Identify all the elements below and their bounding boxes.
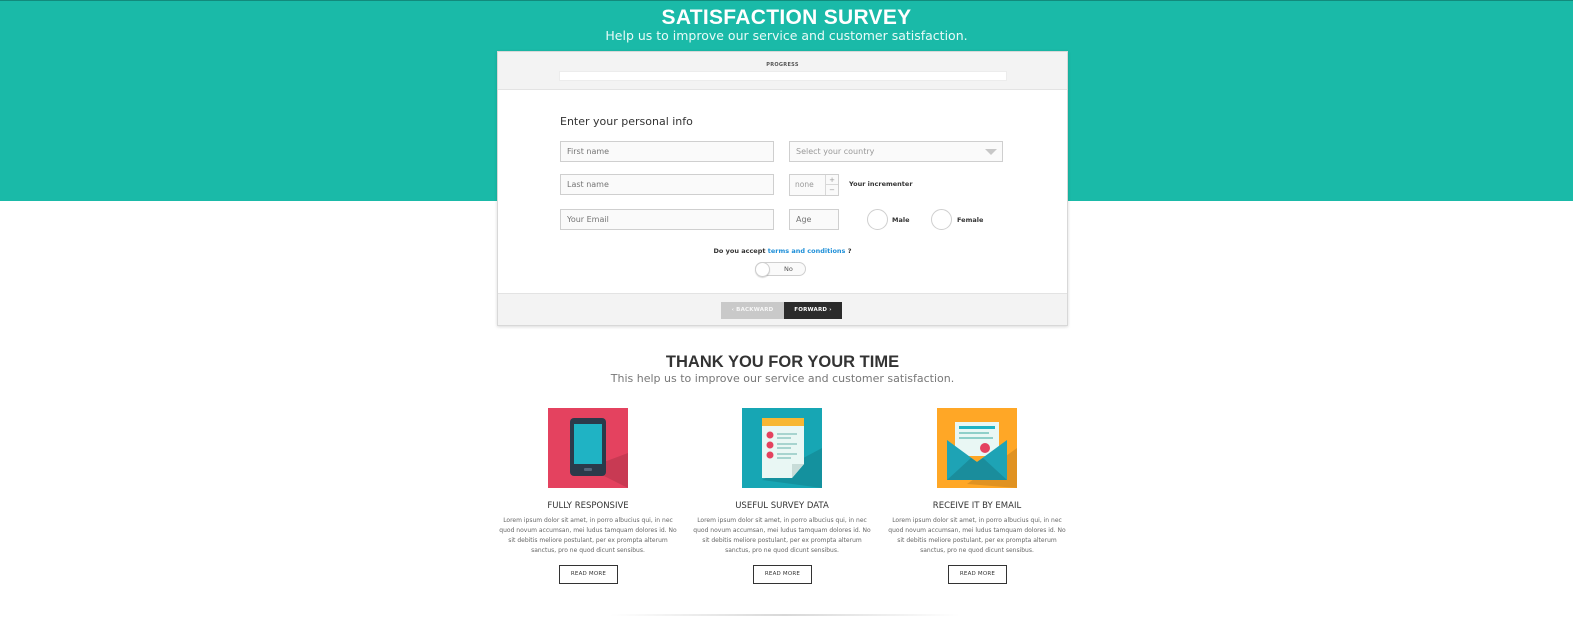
feature-text: Lorem ipsum dolor sit amet, in porro alb… xyxy=(888,517,1066,554)
toggle-label: No xyxy=(784,265,793,273)
toggle-knob xyxy=(755,262,770,277)
survey-document-icon xyxy=(742,408,822,488)
survey-card: PROGRESS Enter your personal info Select… xyxy=(497,51,1068,326)
feature-text: Lorem ipsum dolor sit amet, in porro alb… xyxy=(499,517,677,554)
divider xyxy=(610,614,960,616)
chevron-down-icon xyxy=(985,149,997,155)
decrement-button[interactable]: − xyxy=(826,185,838,195)
navigation-bar: ‹ BACKWARD FORWARD › xyxy=(498,293,1067,325)
email-input[interactable] xyxy=(560,209,774,230)
last-name-input[interactable] xyxy=(560,174,774,195)
page-subtitle: Help us to improve our service and custo… xyxy=(605,28,968,43)
read-more-button[interactable]: READ MORE xyxy=(753,565,812,584)
incrementer-stepper[interactable]: none + − xyxy=(789,174,839,196)
country-select[interactable]: Select your country xyxy=(789,141,1003,162)
terms-question: Do you accept terms and conditions ? xyxy=(498,247,1067,255)
incrementer-label: Your incrementer xyxy=(849,180,913,188)
first-name-input[interactable] xyxy=(560,141,774,162)
read-more-button[interactable]: READ MORE xyxy=(559,565,618,584)
female-radio[interactable] xyxy=(931,209,952,230)
feature-title: USEFUL SURVEY DATA xyxy=(735,501,829,511)
increment-button[interactable]: + xyxy=(826,175,838,185)
terms-prefix: Do you accept xyxy=(713,247,768,255)
incrementer-value: none xyxy=(795,180,814,189)
age-input[interactable] xyxy=(789,209,839,230)
male-label: Male xyxy=(892,216,910,224)
progress-bar xyxy=(559,71,1007,81)
male-radio[interactable] xyxy=(867,209,888,230)
feature-text: Lorem ipsum dolor sit amet, in porro alb… xyxy=(693,517,871,554)
feature-title: RECEIVE IT BY EMAIL xyxy=(932,501,1022,511)
tablet-icon xyxy=(548,408,628,488)
terms-suffix: ? xyxy=(845,247,852,255)
feature-title: FULLY RESPONSIVE xyxy=(547,501,629,511)
email-envelope-icon xyxy=(937,408,1017,488)
progress-label: PROGRESS xyxy=(766,62,799,68)
progress-area: PROGRESS xyxy=(498,52,1067,90)
stepper-buttons: + − xyxy=(825,175,838,195)
read-more-button[interactable]: READ MORE xyxy=(948,565,1007,584)
section-title: Enter your personal info xyxy=(560,115,693,128)
terms-toggle[interactable]: No xyxy=(755,262,806,277)
terms-link[interactable]: terms and conditions xyxy=(768,247,846,255)
page-title: SATISFACTION SURVEY xyxy=(661,6,912,29)
country-select-value: Select your country xyxy=(796,147,875,156)
female-label: Female xyxy=(957,216,984,224)
backward-button[interactable]: ‹ BACKWARD xyxy=(721,302,784,319)
thanks-subtitle: This help us to improve our service and … xyxy=(610,372,955,385)
forward-button[interactable]: FORWARD › xyxy=(784,302,842,319)
thanks-title: THANK YOU FOR YOUR TIME xyxy=(665,353,900,371)
